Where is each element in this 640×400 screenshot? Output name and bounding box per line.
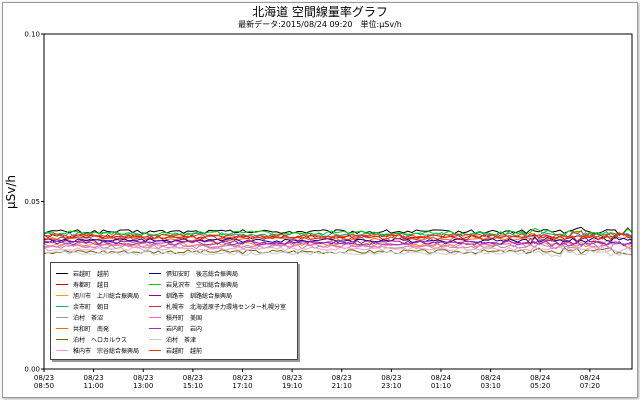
y-tick-label: 0.05 bbox=[24, 198, 40, 206]
x-tick-date: 08/23 bbox=[183, 374, 203, 382]
chart-legend: 岩越町 越前 寿都町 越日 旭川市 上川総合振興局 余市町 朝日 泊村 茶沼 共和町 南発… bbox=[50, 262, 298, 360]
legend-swatch bbox=[149, 316, 161, 318]
legend-item: 岩内町 岩内 bbox=[149, 323, 202, 333]
legend-swatch bbox=[149, 305, 161, 307]
x-tick-time: 21:10 bbox=[332, 382, 352, 390]
legend-item: 倶知安町 後志総合振興局 bbox=[149, 268, 238, 278]
legend-swatch bbox=[56, 349, 68, 351]
legend-label: 泊村 茶沼 bbox=[73, 314, 104, 322]
x-tick-date: 08/23 bbox=[34, 374, 54, 382]
x-tick-time: 23:10 bbox=[381, 382, 401, 390]
x-tick-time: 07:20 bbox=[580, 382, 600, 390]
x-tick-date: 08/24 bbox=[580, 374, 601, 382]
legend-item: 岩見沢市 空知総合振興局 bbox=[149, 279, 238, 289]
legend-item: 釧路市 釧路総合振興局 bbox=[149, 290, 232, 300]
x-tick-time: 01:10 bbox=[431, 382, 451, 390]
legend-swatch bbox=[56, 316, 68, 318]
series-line bbox=[43, 248, 633, 258]
x-tick-time: 15:10 bbox=[183, 382, 203, 390]
legend-label: 岩内町 岩内 bbox=[166, 325, 203, 333]
x-tick-time: 19:10 bbox=[282, 382, 302, 390]
legend-label: 泊村 ヘロカルウス bbox=[73, 336, 128, 344]
legend-label: 岩越町 越前 bbox=[73, 270, 110, 278]
x-tick-date: 08/23 bbox=[232, 374, 252, 382]
x-tick-date: 08/23 bbox=[133, 374, 153, 382]
legend-item: 泊村 茶津 bbox=[149, 334, 196, 344]
x-tick-time: 08:50 bbox=[34, 382, 54, 390]
legend-label: 寿都町 越日 bbox=[73, 281, 110, 289]
x-tick-time: 05:20 bbox=[530, 382, 550, 390]
legend-item: 積丹町 美国 bbox=[149, 312, 202, 322]
legend-swatch bbox=[149, 283, 161, 285]
x-tick-date: 08/23 bbox=[282, 374, 302, 382]
x-tick-date: 08/24 bbox=[431, 374, 452, 382]
x-tick-date: 08/23 bbox=[84, 374, 104, 382]
x-tick-date: 08/24 bbox=[530, 374, 551, 382]
legend-swatch bbox=[149, 272, 161, 274]
legend-item: 稚内市 宗谷総合振興局 bbox=[56, 345, 139, 355]
legend-swatch bbox=[56, 294, 68, 296]
legend-swatch bbox=[56, 272, 68, 274]
legend-swatch bbox=[149, 294, 161, 296]
legend-swatch bbox=[56, 305, 68, 307]
legend-swatch bbox=[56, 283, 68, 285]
x-tick-date: 08/24 bbox=[480, 374, 501, 382]
x-tick-time: 03:10 bbox=[480, 382, 500, 390]
legend-label: 稚内市 宗谷総合振興局 bbox=[73, 347, 140, 355]
legend-label: 共和町 南発 bbox=[73, 325, 110, 333]
legend-label: 泊村 茶津 bbox=[166, 336, 197, 344]
legend-label: 岩越町 越前 bbox=[166, 347, 203, 355]
legend-swatch bbox=[56, 338, 68, 340]
legend-item: 泊村 ヘロカルウス bbox=[56, 334, 127, 344]
legend-swatch bbox=[56, 327, 68, 329]
legend-item: 共和町 南発 bbox=[56, 323, 109, 333]
legend-label: 札幌市 北海道原子力環境センター札幌分室 bbox=[166, 303, 287, 311]
legend-item: 札幌市 北海道原子力環境センター札幌分室 bbox=[149, 301, 286, 311]
x-tick-time: 17:10 bbox=[232, 382, 252, 390]
legend-label: 積丹町 美国 bbox=[166, 314, 203, 322]
legend-label: 岩見沢市 空知総合振興局 bbox=[166, 281, 239, 289]
legend-item: 旭川市 上川総合振興局 bbox=[56, 290, 139, 300]
legend-swatch bbox=[149, 327, 161, 329]
legend-item: 寿都町 越日 bbox=[56, 279, 109, 289]
legend-item: 泊村 茶沼 bbox=[56, 312, 103, 322]
legend-label: 倶知安町 後志総合振興局 bbox=[166, 270, 239, 278]
x-tick-date: 08/23 bbox=[381, 374, 401, 382]
legend-label: 釧路市 釧路総合振興局 bbox=[166, 292, 233, 300]
legend-swatch bbox=[149, 349, 161, 351]
legend-label: 余市町 朝日 bbox=[73, 303, 110, 311]
x-tick-time: 13:00 bbox=[133, 382, 153, 390]
y-tick-label: 0.00 bbox=[24, 366, 40, 374]
y-tick-label: 0.10 bbox=[24, 31, 40, 39]
legend-item: 岩越町 越前 bbox=[56, 268, 109, 278]
legend-item: 岩越町 越前 bbox=[149, 345, 202, 355]
x-tick-time: 11:00 bbox=[84, 382, 104, 390]
legend-label: 旭川市 上川総合振興局 bbox=[73, 292, 140, 300]
legend-item: 余市町 朝日 bbox=[56, 301, 109, 311]
x-tick-date: 08/23 bbox=[332, 374, 352, 382]
legend-swatch bbox=[149, 338, 161, 340]
